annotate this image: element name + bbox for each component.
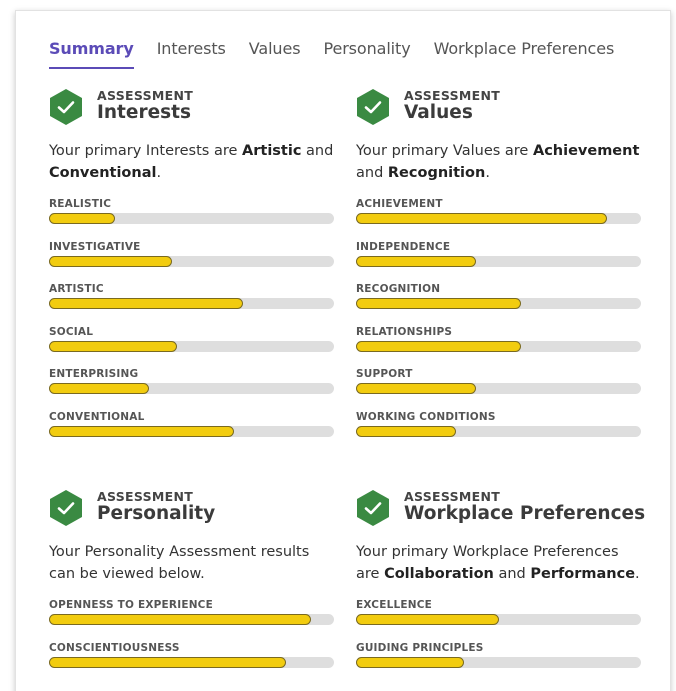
score-bar-row: ENTERPRISING <box>49 368 339 411</box>
score-bar-fill <box>49 298 243 309</box>
interests-section: ASSESSMENT Interests Your primary Intere… <box>49 88 339 437</box>
score-bar-fill <box>49 383 149 394</box>
section-title: Workplace Preferences <box>404 503 646 524</box>
score-bar-row: ACHIEVEMENT <box>356 198 646 241</box>
score-bar-row: INVESTIGATIVE <box>49 241 339 284</box>
score-bar-row: WORKING CONDITIONS <box>356 411 646 454</box>
section-header: ASSESSMENT Values <box>356 88 646 134</box>
score-bar-label: SOCIAL <box>49 325 94 338</box>
score-bar-label: GUIDING PRINCIPLES <box>356 641 484 654</box>
score-bar-label: EXCELLENCE <box>356 599 432 611</box>
summary-card: Summary Interests Values Personality Wor… <box>15 10 671 691</box>
score-bar-track <box>356 255 641 267</box>
tab-bar: Summary Interests Values Personality Wor… <box>49 39 637 69</box>
section-description: Your Personality Assessment results can … <box>49 544 310 582</box>
score-bar-fill <box>356 213 607 224</box>
score-bar-label: INVESTIGATIVE <box>49 240 141 253</box>
score-bar-label: ENTERPRISING <box>49 368 139 380</box>
score-bar-row: RELATIONSHIPS <box>356 326 646 369</box>
score-bar-fill <box>49 614 312 625</box>
check-hexagon-icon <box>50 89 82 125</box>
score-bar-fill <box>356 383 476 394</box>
score-bar-track <box>356 340 641 352</box>
score-bar-row: REALISTIC <box>49 198 339 241</box>
score-bar-label: ACHIEVEMENT <box>356 198 443 210</box>
score-bar-fill <box>356 298 522 309</box>
section-title: Personality <box>97 503 216 524</box>
bar-list: ACHIEVEMENT INDEPENDENCE RECOGNITION RELATI… <box>356 198 646 453</box>
score-bar-track <box>356 213 641 224</box>
score-bar-track <box>49 425 334 437</box>
score-bar-track <box>49 656 334 668</box>
score-bar-label: WORKING CONDITIONS <box>356 410 496 423</box>
score-bar-track <box>49 255 334 267</box>
score-bar-fill <box>49 255 172 267</box>
score-bar-row: GUIDING PRINCIPLES <box>356 642 646 685</box>
score-bar-row: ARTISTIC <box>49 283 339 326</box>
score-bar-fill <box>356 340 522 352</box>
score-bar-row: SUPPORT <box>356 368 646 411</box>
score-bar-fill <box>49 340 178 352</box>
section-kicker: ASSESSMENT <box>404 88 501 103</box>
bar-list: OPENNESS TO EXPERIENCE CONSCIENTIOUSNESS <box>49 599 339 684</box>
tab-values[interactable]: Values <box>249 39 301 69</box>
workplace-preferences-section: ASSESSMENT Workplace Preferences Your pr… <box>356 489 646 668</box>
score-bar-track <box>356 614 641 625</box>
score-bar-row: OPENNESS TO EXPERIENCE <box>49 599 339 642</box>
personality-section: ASSESSMENT Personality Your Personality … <box>49 489 339 668</box>
score-bar-row: INDEPENDENCE <box>356 241 646 284</box>
section-description: Your primary Workplace Preferences are C… <box>356 544 640 582</box>
score-bar-track <box>49 298 334 309</box>
tab-workplace-preferences[interactable]: Workplace Preferences <box>434 39 615 69</box>
score-bar-track <box>49 614 334 625</box>
values-section: ASSESSMENT Values Your primary Values ar… <box>356 88 646 437</box>
score-bar-label: REALISTIC <box>49 198 112 210</box>
score-bar-label: SUPPORT <box>356 368 413 380</box>
section-header: ASSESSMENT Interests <box>49 88 339 134</box>
check-hexagon-icon <box>357 89 389 125</box>
score-bar-fill <box>49 213 115 224</box>
section-title: Values <box>404 102 473 123</box>
section-description: Your primary Values are Achievement and … <box>356 143 640 181</box>
section-header: ASSESSMENT Workplace Preferences <box>356 489 646 535</box>
score-bar-label: CONVENTIONAL <box>49 410 145 423</box>
section-description: Your primary Interests are Artistic and … <box>49 143 334 181</box>
bar-list: EXCELLENCE GUIDING PRINCIPLES <box>356 599 646 684</box>
score-bar-label: RELATIONSHIPS <box>356 325 453 338</box>
score-bar-fill <box>356 255 476 267</box>
tab-interests[interactable]: Interests <box>157 39 226 69</box>
score-bar-label: OPENNESS TO EXPERIENCE <box>49 599 213 611</box>
score-bar-row: RECOGNITION <box>356 283 646 326</box>
section-header: ASSESSMENT Personality <box>49 489 339 535</box>
score-bar-label: RECOGNITION <box>356 283 441 295</box>
section-title: Interests <box>97 102 191 123</box>
score-bar-fill <box>356 614 499 625</box>
score-bar-label: ARTISTIC <box>49 283 104 295</box>
section-kicker: ASSESSMENT <box>404 489 501 504</box>
score-bar-track <box>356 298 641 309</box>
tab-personality[interactable]: Personality <box>323 39 410 69</box>
check-hexagon-icon <box>357 490 389 526</box>
score-bar-track <box>49 340 334 352</box>
score-bar-track <box>49 383 334 394</box>
tab-summary[interactable]: Summary <box>49 39 134 69</box>
score-bar-track <box>356 383 641 394</box>
check-hexagon-icon <box>50 490 82 526</box>
score-bar-fill <box>356 656 465 668</box>
section-kicker: ASSESSMENT <box>97 489 194 504</box>
score-bar-track <box>356 656 641 668</box>
score-bar-fill <box>49 425 235 437</box>
score-bar-row: CONVENTIONAL <box>49 411 339 454</box>
score-bar-fill <box>49 656 286 668</box>
score-bar-row: EXCELLENCE <box>356 599 646 642</box>
score-bar-track <box>356 425 641 437</box>
score-bar-fill <box>356 425 456 437</box>
score-bar-row: SOCIAL <box>49 326 339 369</box>
score-bar-track <box>49 213 334 224</box>
bar-list: REALISTIC INVESTIGATIVE ARTISTIC SOCIAL ENTE… <box>49 198 339 453</box>
score-bar-row: CONSCIENTIOUSNESS <box>49 642 339 685</box>
score-bar-label: INDEPENDENCE <box>356 240 451 253</box>
score-bar-label: CONSCIENTIOUSNESS <box>49 641 180 654</box>
section-kicker: ASSESSMENT <box>97 88 194 103</box>
